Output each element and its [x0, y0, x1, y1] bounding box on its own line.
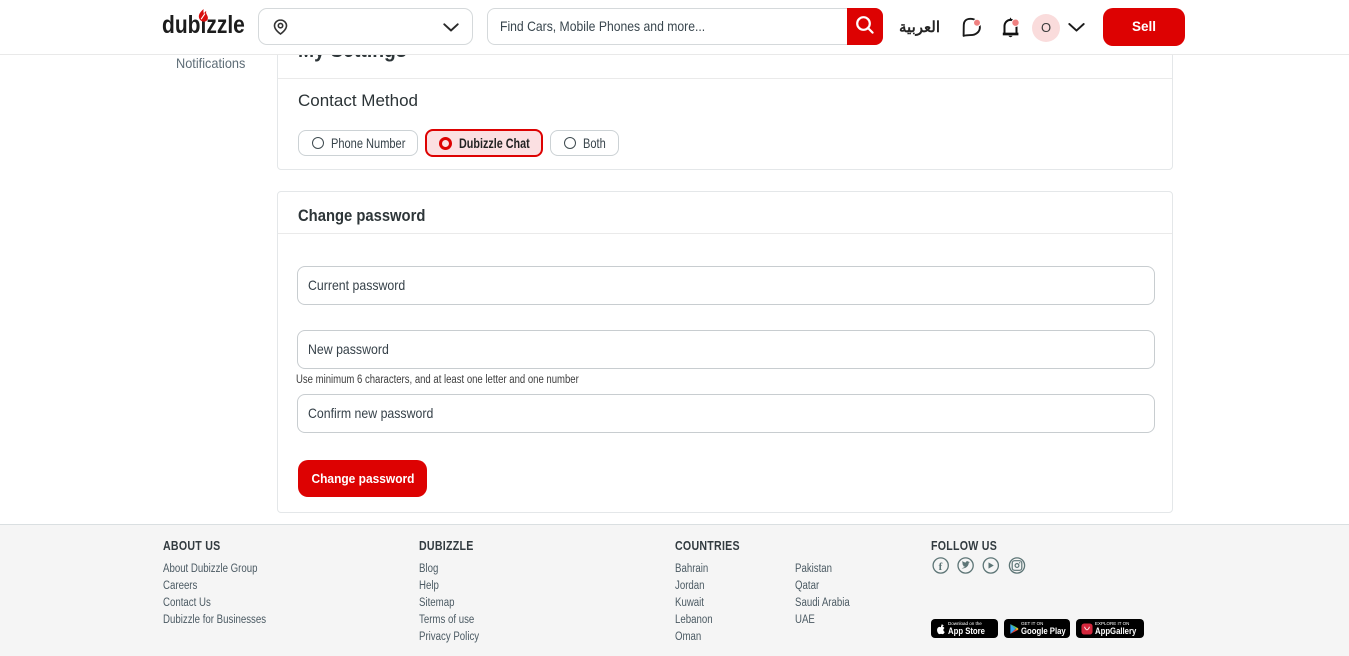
svg-text:f: f	[939, 561, 943, 573]
